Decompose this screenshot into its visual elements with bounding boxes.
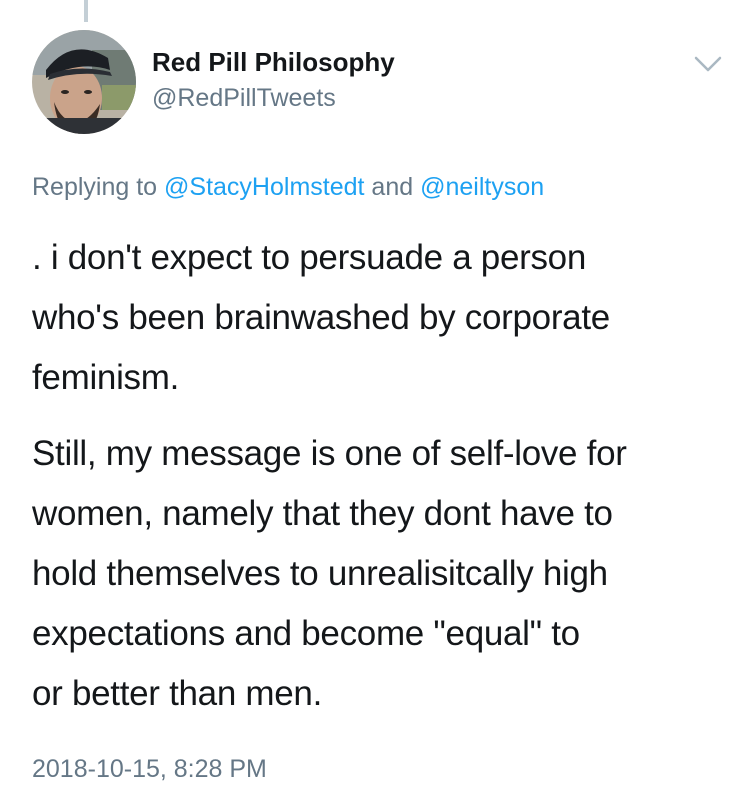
avatar-photo [32, 30, 136, 134]
mention-link[interactable]: @StacyHolmstedt [164, 173, 364, 201]
display-name[interactable]: Red Pill Philosophy [152, 47, 395, 78]
avatar[interactable] [32, 30, 136, 134]
user-handle[interactable]: @RedPillTweets [152, 84, 336, 113]
tweet-body: . i don't expect to persuade a person wh… [32, 228, 732, 724]
replying-prefix: Replying to [32, 173, 165, 201]
replying-joiner: and [364, 173, 421, 201]
thread-connector-line [84, 0, 88, 22]
tweet-paragraph: Still, my message is one of self-love fo… [32, 434, 627, 713]
replying-to-line: Replying to @StacyHolmstedt and @neiltys… [32, 173, 544, 202]
tweet-timestamp[interactable]: 2018-10-15, 8:28 PM [32, 755, 267, 784]
tweet-paragraph: . i don't expect to persuade a person wh… [32, 238, 610, 397]
mention-link[interactable]: @neiltyson [420, 173, 544, 201]
chevron-down-icon[interactable] [693, 54, 723, 74]
